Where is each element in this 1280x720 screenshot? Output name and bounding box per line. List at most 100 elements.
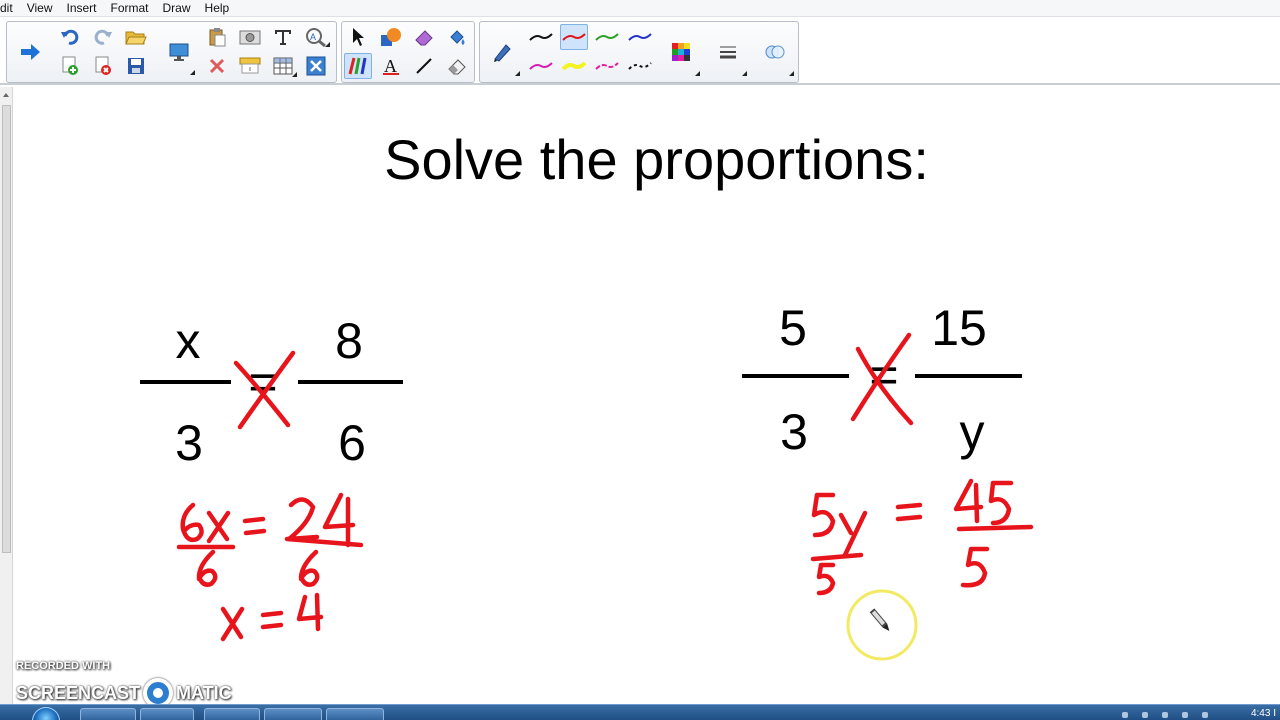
right-numerator-right: 15 <box>931 300 987 356</box>
color-palette-button[interactable] <box>667 39 695 65</box>
menu-view[interactable]: View <box>20 0 60 16</box>
pen-yellow-button[interactable] <box>560 53 588 79</box>
pen-button[interactable] <box>488 39 516 65</box>
paste-button[interactable] <box>203 24 231 50</box>
line-icon <box>416 58 432 74</box>
save-icon <box>128 58 144 74</box>
toolbar-group-pens <box>479 21 799 83</box>
undo-button[interactable] <box>56 24 84 50</box>
pen-black-button[interactable] <box>527 24 555 50</box>
add-page-button[interactable] <box>56 53 84 79</box>
menu-draw[interactable]: Draw <box>156 0 198 16</box>
screen-shade-icon <box>239 57 261 74</box>
text-button[interactable]: A <box>377 53 405 79</box>
ink-fraction-bar <box>810 552 864 562</box>
pen-menu-corner <box>515 71 520 76</box>
select-button[interactable] <box>344 24 372 50</box>
ink-digit <box>196 549 218 587</box>
next-page-button[interactable] <box>16 39 44 65</box>
color-palette-icon <box>672 43 690 61</box>
save-button[interactable] <box>122 53 150 79</box>
magic-pen-button[interactable] <box>761 39 789 65</box>
delete-button[interactable] <box>203 53 231 79</box>
pen-blue-button[interactable] <box>626 24 654 50</box>
pen-pink-button[interactable] <box>593 53 621 79</box>
shapes-button[interactable] <box>377 24 405 50</box>
pen-red-stroke <box>562 33 586 41</box>
line-properties-button[interactable] <box>714 39 742 65</box>
ink-x <box>206 510 231 544</box>
right-denominator-right: y <box>960 404 985 460</box>
tray-icon[interactable] <box>1162 712 1168 718</box>
scrollbar-thumb[interactable] <box>2 105 11 553</box>
taskbar-chrome[interactable] <box>204 708 260 720</box>
left-numerator-left: x <box>176 313 201 369</box>
menu-help[interactable]: Help <box>198 0 237 16</box>
spell-check-icon: A <box>306 28 326 47</box>
fill-button[interactable] <box>443 24 471 50</box>
redo-button[interactable] <box>89 24 117 50</box>
screen-capture-button[interactable] <box>236 24 264 50</box>
fill-icon <box>450 30 465 45</box>
taskbar-media[interactable] <box>140 708 194 720</box>
text-tool-button[interactable] <box>269 24 297 50</box>
scroll-up-arrow-icon[interactable] <box>3 93 9 97</box>
line-button[interactable] <box>410 53 438 79</box>
pen-cursor-icon <box>869 608 890 631</box>
table-menu-corner <box>292 72 297 77</box>
start-button[interactable] <box>32 707 60 720</box>
pen-green-stroke <box>595 33 619 41</box>
toolbar-group-tools: A <box>341 21 475 83</box>
ink-digit <box>322 492 356 548</box>
creative-pen-button[interactable] <box>344 53 372 79</box>
spell-menu-corner <box>325 42 330 47</box>
screen-shade-button[interactable] <box>236 53 264 79</box>
watermark-right-text: MATIC <box>176 682 232 703</box>
pen-pink-stroke <box>595 62 619 70</box>
pen-dashed-button[interactable] <box>626 53 654 79</box>
text-icon: A <box>383 56 399 76</box>
pen-yellow-stroke <box>561 61 587 71</box>
taskbar-notebook[interactable] <box>326 708 384 720</box>
pen-green-button[interactable] <box>593 24 621 50</box>
eraser-alt-button[interactable] <box>443 53 471 79</box>
pen-yellow-icon <box>561 61 587 71</box>
toolbar-group-page: A <box>6 21 337 83</box>
menu-format[interactable]: Format <box>104 0 156 16</box>
tray-icon[interactable] <box>1142 712 1148 718</box>
tray-icon[interactable] <box>1182 712 1188 718</box>
vertical-scrollbar[interactable] <box>0 87 13 704</box>
toolbar: A A <box>0 17 1280 85</box>
taskbar-app[interactable] <box>264 708 322 720</box>
shapes-icon <box>381 28 401 46</box>
open-file-button[interactable] <box>122 24 150 50</box>
taskbar-explorer[interactable] <box>80 708 136 720</box>
tray-icon[interactable] <box>1122 712 1128 718</box>
right-proportion: 5 3 = 15 y <box>742 300 1022 460</box>
menu-insert[interactable]: Insert <box>59 0 103 16</box>
menu-bar: dit View Insert Format Draw Help <box>0 0 1280 17</box>
pen-magenta-button[interactable] <box>527 53 555 79</box>
ink-digit <box>953 478 984 524</box>
eraser-icon <box>415 30 433 46</box>
select-icon <box>353 28 364 46</box>
taskbar: 4:43 I <box>0 704 1280 720</box>
magic-menu-corner <box>789 71 794 76</box>
screen-display-button[interactable] <box>165 39 193 65</box>
menu-edit[interactable]: dit <box>0 0 20 16</box>
palette-menu-corner <box>695 71 700 76</box>
whiteboard-page[interactable]: Solve the proportions: x 3 = 8 6 5 3 = 1… <box>13 87 1280 704</box>
line-properties-icon <box>720 46 736 59</box>
pen-red-button[interactable] <box>560 24 588 50</box>
close-button[interactable] <box>302 53 330 79</box>
tray-icon[interactable] <box>1202 712 1208 718</box>
ink-digit <box>296 592 324 632</box>
svg-text:A: A <box>310 32 316 42</box>
right-numerator-left: 5 <box>779 300 807 356</box>
watermark-left-text: SCREENCAST <box>16 682 141 703</box>
delete-page-button[interactable] <box>89 53 117 79</box>
delete-page-icon <box>95 56 111 75</box>
eraser-button[interactable] <box>410 24 438 50</box>
ink-fraction-bar <box>956 524 1034 532</box>
taskbar-clock[interactable]: 4:43 I <box>1251 708 1276 719</box>
